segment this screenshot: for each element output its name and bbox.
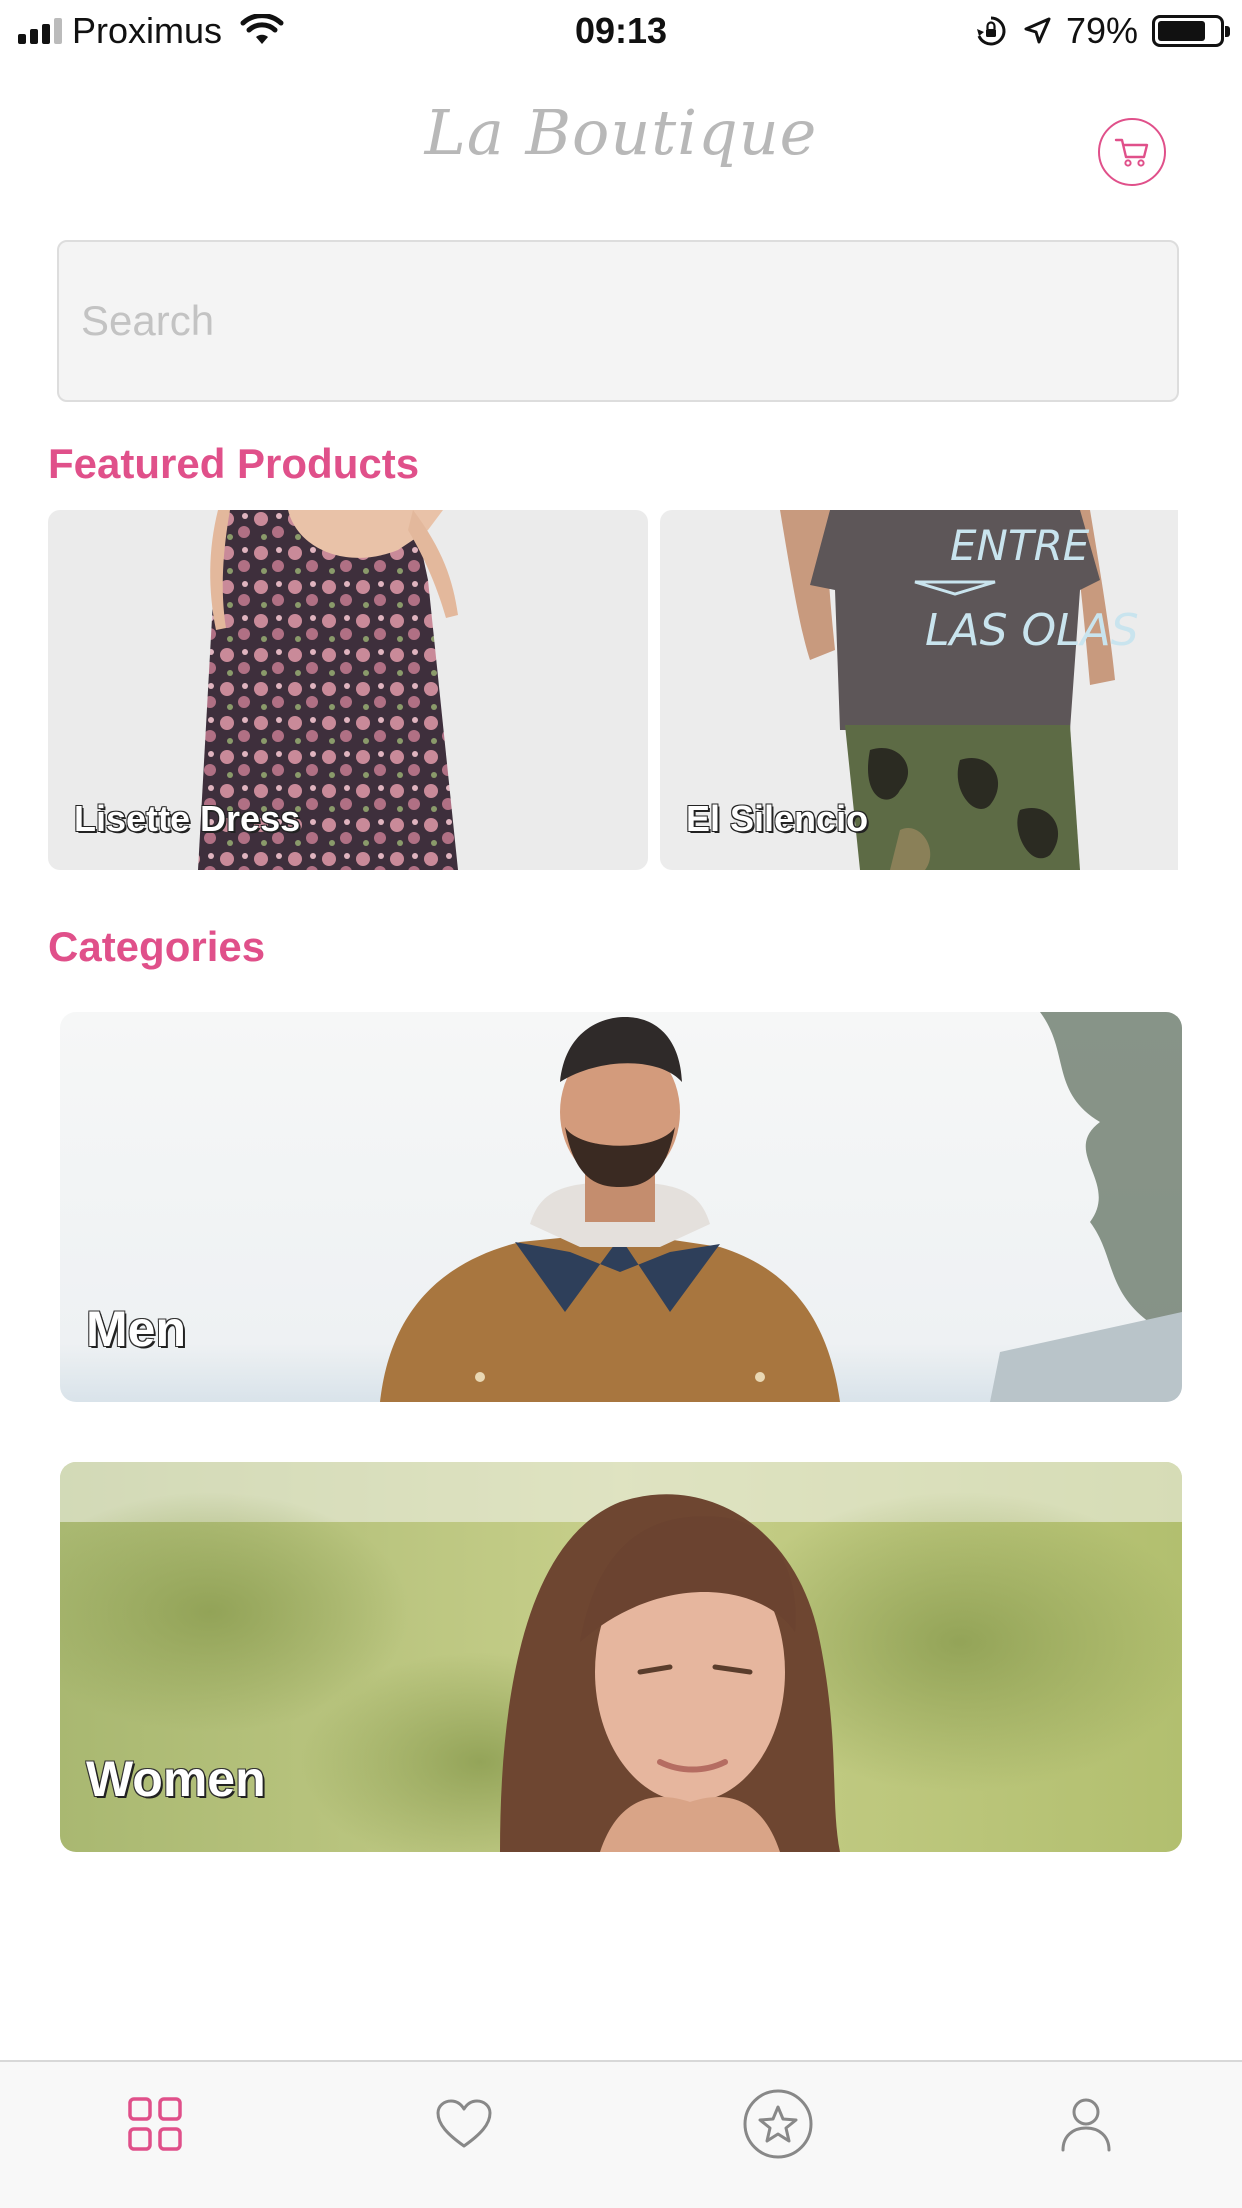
battery-level <box>1158 21 1206 41</box>
featured-card-lisette-dress[interactable]: Lisette Dress <box>48 510 648 870</box>
featured-products-title: Featured Products <box>48 440 420 487</box>
cart-button[interactable] <box>1098 118 1166 186</box>
featured-card-label: Lisette Dress <box>74 798 301 839</box>
category-card-men[interactable]: Men <box>60 1012 1182 1402</box>
battery-percent: 79% <box>1065 10 1138 51</box>
svg-text:LAS OLAS: LAS OLAS <box>925 605 1139 656</box>
tab-bar <box>0 2060 1242 2208</box>
status-right: 79% <box>974 8 1230 54</box>
star-circle-icon <box>743 2089 813 2159</box>
home-screen: Proximus 09:13 79% La Boutique Search Fe… <box>0 0 1242 2208</box>
svg-text:ENTRE: ENTRE <box>950 521 1090 570</box>
battery-icon <box>1152 15 1230 47</box>
category-label: Men <box>86 1301 186 1357</box>
featured-card-label: El Silencio <box>686 798 869 839</box>
tab-featured[interactable] <box>742 2088 814 2160</box>
user-icon <box>1061 2098 1111 2152</box>
category-card-women[interactable]: Women <box>60 1462 1182 1852</box>
location-arrow-icon <box>1024 17 1051 44</box>
featured-products-carousel[interactable]: Lisette Dress ENTRE LAS OLAS El Silencio <box>48 510 1178 870</box>
heart-icon <box>436 2099 492 2148</box>
men-category-photo <box>60 1012 1182 1402</box>
status-bar: Proximus 09:13 79% <box>0 0 1242 62</box>
categories-title: Categories <box>48 923 266 970</box>
shopping-cart-icon <box>1114 138 1149 167</box>
orientation-lock-icon <box>976 16 1006 46</box>
grid-icon <box>128 2097 182 2151</box>
category-label: Women <box>86 1751 266 1807</box>
tab-favorites[interactable] <box>428 2088 500 2160</box>
search-input[interactable] <box>57 240 1179 402</box>
featured-card-el-silencio[interactable]: ENTRE LAS OLAS El Silencio <box>660 510 1178 870</box>
tab-home[interactable] <box>119 2088 191 2160</box>
app-title: La Boutique <box>424 96 818 169</box>
tab-profile[interactable] <box>1050 2088 1122 2160</box>
